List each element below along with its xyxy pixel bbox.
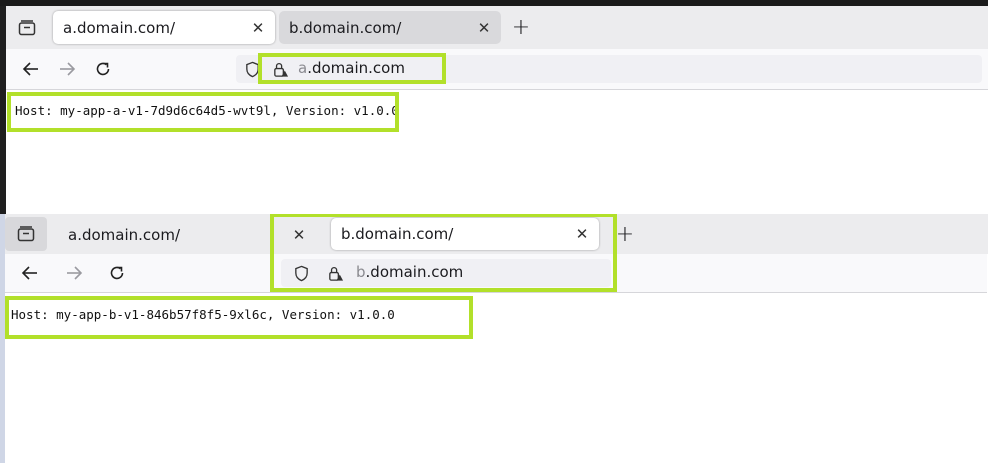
back-arrow-icon xyxy=(22,62,38,76)
tab-list-icon xyxy=(18,20,36,36)
address-bar[interactable]: b.domain.com xyxy=(281,259,611,287)
close-icon[interactable]: ✕ xyxy=(475,19,493,37)
tab-label: b.domain.com/ xyxy=(341,225,454,243)
back-arrow-icon xyxy=(21,266,37,280)
tab-list-button[interactable] xyxy=(12,14,42,42)
browser-window-bottom: a.domain.com/ ✕ b.domain.com/ ✕ + b.doma… xyxy=(0,214,988,463)
url-domain: .domain.com xyxy=(307,59,405,77)
tab-b-domain[interactable]: b.domain.com/ ✕ xyxy=(331,218,599,250)
close-icon[interactable]: ✕ xyxy=(290,226,308,244)
tab-list-icon xyxy=(17,226,35,242)
lock-warning-icon[interactable] xyxy=(270,59,290,79)
reload-button[interactable] xyxy=(91,57,115,81)
new-tab-button[interactable]: + xyxy=(614,221,636,247)
tab-list-button[interactable] xyxy=(5,217,47,251)
nav-toolbar: b.domain.com xyxy=(5,254,987,293)
tab-label: b.domain.com/ xyxy=(289,18,402,37)
back-button[interactable] xyxy=(19,57,43,81)
reload-icon xyxy=(96,62,110,76)
url-subdomain: b xyxy=(356,263,366,281)
forward-button[interactable] xyxy=(55,57,79,81)
plus-icon: + xyxy=(511,14,531,40)
back-button[interactable] xyxy=(18,261,42,285)
page-content-text: Host: my-app-a-v1-7d9d6c64d5-wvt9l, Vers… xyxy=(15,103,399,118)
forward-arrow-icon xyxy=(60,62,76,76)
forward-button[interactable] xyxy=(62,261,86,285)
close-icon[interactable]: ✕ xyxy=(573,225,591,243)
address-bar[interactable]: a.domain.com xyxy=(236,55,982,83)
reload-button[interactable] xyxy=(105,261,129,285)
tab-a-domain[interactable]: a.domain.com/ ✕ xyxy=(54,218,316,251)
tab-b-domain[interactable]: b.domain.com/ ✕ xyxy=(279,11,501,44)
tab-strip: a.domain.com/ ✕ b.domain.com/ ✕ + xyxy=(6,6,988,49)
shield-icon[interactable] xyxy=(291,263,311,283)
tab-label: a.domain.com/ xyxy=(68,225,180,244)
tab-a-domain[interactable]: a.domain.com/ ✕ xyxy=(53,11,275,44)
url-domain: .domain.com xyxy=(365,263,464,281)
reload-icon xyxy=(110,266,124,280)
lock-warning-icon[interactable] xyxy=(325,263,345,283)
url-text: a.domain.com xyxy=(298,59,405,77)
forward-arrow-icon xyxy=(67,266,83,280)
nav-toolbar: a.domain.com xyxy=(6,49,988,90)
page-content-text: Host: my-app-b-v1-846b57f8f5-9xl6c, Vers… xyxy=(11,307,395,322)
new-tab-button[interactable]: + xyxy=(510,14,532,40)
tab-strip: a.domain.com/ ✕ b.domain.com/ ✕ + xyxy=(5,214,988,254)
url-subdomain: a xyxy=(298,59,308,77)
url-text: b.domain.com xyxy=(356,263,463,281)
tab-label: a.domain.com/ xyxy=(63,18,175,37)
shield-icon[interactable] xyxy=(242,59,262,79)
browser-window-top: a.domain.com/ ✕ b.domain.com/ ✕ + a.doma… xyxy=(0,0,988,214)
close-icon[interactable]: ✕ xyxy=(249,19,267,37)
plus-icon: + xyxy=(615,221,635,247)
